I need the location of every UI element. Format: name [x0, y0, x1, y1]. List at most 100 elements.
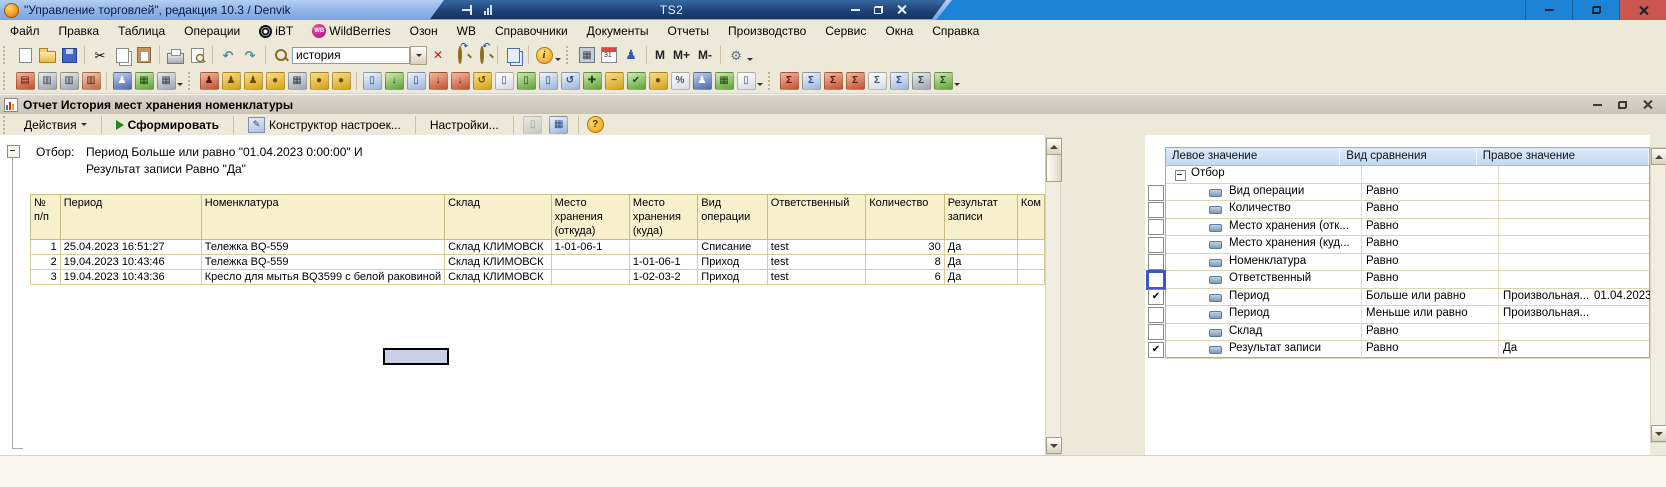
table-cell[interactable]: [551, 255, 629, 270]
doc-arrow-icon[interactable]: ▯: [517, 72, 536, 90]
table-cell[interactable]: test: [767, 255, 865, 270]
sum-dropdown-icon[interactable]: [954, 83, 960, 86]
col-header-operation-type[interactable]: Вид операции: [698, 195, 768, 240]
rdp-close-icon[interactable]: [897, 5, 906, 14]
filter-row-operation-type[interactable]: Вид операции Равно: [1166, 184, 1649, 202]
table-cell[interactable]: Да: [944, 255, 1017, 270]
doc-percent-icon[interactable]: %: [671, 72, 690, 90]
memory-recall-button[interactable]: M: [651, 48, 669, 62]
cash-register-icon[interactable]: ▦: [715, 72, 734, 90]
hand-doc-icon[interactable]: ▯: [737, 72, 756, 90]
add-coins-icon[interactable]: ✚: [583, 72, 602, 90]
filter-checkbox[interactable]: [1148, 272, 1164, 288]
print-document-icon[interactable]: ▥: [82, 72, 101, 90]
menu-item-ibt[interactable]: iBT: [259, 24, 293, 38]
spreadsheet-area[interactable]: Отбор: Период Больше или равно "01.04.20…: [0, 135, 1046, 455]
filter-checkbox[interactable]: ✔: [1148, 342, 1164, 358]
save-settings-icon[interactable]: ▯: [523, 116, 542, 134]
table-row[interactable]: 3 19.04.2023 10:43:36 Кресло для мытья B…: [31, 270, 1045, 285]
calculator-icon[interactable]: ▦: [576, 44, 598, 66]
table-cell[interactable]: 1-01-06-1: [551, 240, 629, 255]
col-header-period[interactable]: Период: [60, 195, 201, 240]
scroll-up-button[interactable]: [1046, 138, 1062, 155]
coins-ruler-icon[interactable]: ●: [310, 72, 329, 90]
report-restore-icon[interactable]: [1618, 101, 1627, 109]
generate-button[interactable]: Сформировать: [110, 116, 225, 134]
settings-constructor-button[interactable]: ✎ Конструктор настроек...: [242, 115, 407, 135]
sum-person-blue-icon[interactable]: Σ: [802, 72, 821, 90]
menu-item-table[interactable]: Таблица: [118, 24, 165, 38]
table-cell[interactable]: 19.04.2023 10:43:46: [60, 255, 201, 270]
doc-approve-icon[interactable]: ✔: [627, 72, 646, 90]
menu-item-operations[interactable]: Операции: [184, 24, 240, 38]
scroll-down-button[interactable]: [1651, 425, 1666, 442]
toolbar-grip[interactable]: [3, 72, 9, 90]
menu-item-windows[interactable]: Окна: [885, 24, 913, 38]
doc-person-2-icon[interactable]: ▯: [407, 72, 426, 90]
filter-row-period-from[interactable]: Период Больше или равно Произвольная... …: [1166, 289, 1649, 307]
close-button[interactable]: [1619, 0, 1666, 20]
settings-button[interactable]: Настройки...: [424, 116, 505, 134]
col-header-quantity[interactable]: Количество: [866, 195, 945, 240]
col-header-comparison[interactable]: Вид сравнения: [1340, 148, 1476, 165]
actions-menu-button[interactable]: Действия: [18, 116, 93, 134]
menu-item-ozon[interactable]: Озон: [410, 24, 438, 38]
table-cell[interactable]: 8: [866, 255, 945, 270]
table-cell[interactable]: Склад КЛИМОВСК: [445, 270, 552, 285]
partners-icon[interactable]: ♟: [113, 72, 132, 90]
table-cell[interactable]: Да: [944, 240, 1017, 255]
toolbar-grip[interactable]: [3, 116, 9, 134]
coins-pile-icon[interactable]: ●: [332, 72, 351, 90]
clear-search-icon[interactable]: ✕: [427, 44, 449, 66]
active-cell-cursor[interactable]: [383, 348, 449, 365]
filter-checkbox[interactable]: [1148, 324, 1164, 340]
service-dropdown-icon[interactable]: [747, 58, 753, 61]
hand-doc-dropdown-icon[interactable]: [757, 83, 763, 86]
table-cell[interactable]: 1-01-06-1: [629, 255, 697, 270]
filter-group-row[interactable]: Отбор: [1166, 166, 1649, 184]
col-header-left-value[interactable]: Левое значение: [1166, 148, 1340, 165]
copy-icon[interactable]: [111, 44, 133, 66]
table-cell[interactable]: test: [767, 240, 865, 255]
search-input[interactable]: [292, 47, 410, 64]
col-header-record-result[interactable]: Результат записи: [944, 195, 1017, 240]
doc-green-icon[interactable]: ▯: [495, 72, 514, 90]
calendar-icon[interactable]: 31: [598, 44, 620, 66]
archive-cabinet-icon[interactable]: ▤: [16, 72, 35, 90]
filter-row-storage-to[interactable]: Место хранения (куд... Равно: [1166, 236, 1649, 254]
undo-icon[interactable]: ↶: [217, 44, 239, 66]
table-cell[interactable]: Приход: [698, 270, 768, 285]
col-header-comment[interactable]: Ком: [1017, 195, 1044, 240]
output-table-icon[interactable]: ▦: [549, 116, 568, 134]
print-preview-icon[interactable]: [186, 44, 208, 66]
table-cell[interactable]: Списание: [698, 240, 768, 255]
doc-coins-icon[interactable]: ▯: [539, 72, 558, 90]
print-report-icon[interactable]: ▥: [38, 72, 57, 90]
search-icon[interactable]: [270, 44, 292, 66]
table-cell[interactable]: Приход: [698, 255, 768, 270]
menu-item-production[interactable]: Производство: [728, 24, 806, 38]
sheet-vertical-scrollbar[interactable]: [1045, 137, 1061, 455]
menu-item-reports[interactable]: Отчеты: [668, 24, 709, 38]
sum-person-cancel-icon[interactable]: Σ: [824, 72, 843, 90]
pin-icon[interactable]: [462, 5, 474, 15]
col-header-storage-from[interactable]: Место хранения (откуда): [551, 195, 629, 240]
doc-person-icon[interactable]: ▯: [363, 72, 382, 90]
find-next-icon[interactable]: ↷: [449, 44, 471, 66]
rdp-restore-icon[interactable]: [874, 6, 883, 14]
col-header-warehouse[interactable]: Склад: [445, 195, 552, 240]
menu-item-file[interactable]: Файл: [10, 24, 40, 38]
scroll-down-button[interactable]: [1046, 437, 1062, 454]
table-cell[interactable]: 6: [866, 270, 945, 285]
redo-icon[interactable]: ↷: [239, 44, 261, 66]
find-previous-icon[interactable]: ↶: [471, 44, 493, 66]
table-cell[interactable]: Кресло для мытья BQ3599 с белой раковино…: [201, 270, 444, 285]
menu-item-service[interactable]: Сервис: [825, 24, 866, 38]
memory-add-button[interactable]: M+: [669, 48, 694, 62]
sum-person-red-icon[interactable]: Σ: [780, 72, 799, 90]
sum-check-icon[interactable]: Σ: [934, 72, 953, 90]
table-cell[interactable]: Тележка BQ-559: [201, 240, 444, 255]
minimize-button[interactable]: [1525, 0, 1572, 20]
table-cell[interactable]: [1017, 270, 1044, 285]
filter-checkbox[interactable]: [1148, 237, 1164, 253]
